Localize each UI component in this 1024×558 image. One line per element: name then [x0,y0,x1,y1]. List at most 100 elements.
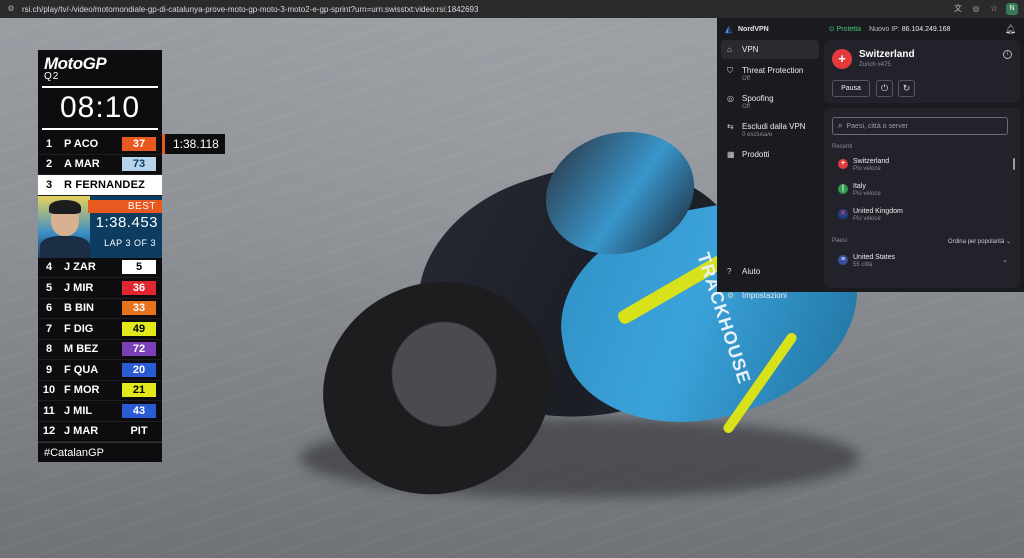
row-driver: J ZAR [64,261,96,274]
list-scrollbar[interactable] [1013,158,1015,170]
leaderboard-row: 9 F QUA 20 [38,360,162,381]
sidebar-item-help[interactable]: ? Aiuto [721,262,819,281]
info-icon[interactable]: i [1003,50,1012,59]
timing-leaderboard: MotoGP Q2 08:10 1P ACO 37 1:38.118 2 A MAR 73… [38,50,225,462]
server-name: United States [853,254,896,261]
translate-icon[interactable]: 文 [952,3,964,15]
eye-off-icon[interactable]: ◎ [970,3,982,15]
rider-number-badge: 43 [122,403,156,418]
sidebar-item-label: VPN [742,45,759,54]
reconnect-icon[interactable]: ↻ [898,80,915,97]
leaderboard-row-active: 3 R FERNANDEZ [38,175,162,196]
leaderboard-row: 10 F MOR 21 [38,381,162,401]
row-position: 6 [45,302,53,315]
current-connection-card: + Switzerland Zurich #475 i Pausa ⏻ ↻ [824,40,1020,103]
sidebar-item-escludi-dalla-vpn[interactable]: ⇆ Escludi dalla VPN 0 esclusa/e [721,117,819,143]
server-list-panel: ⌕ Paesi, città o server Recenti + Switzer… [824,108,1020,288]
row-driver: M BEZ [64,343,99,356]
server-subtitle: Più veloce [853,166,881,172]
vpn-status: ⊙ Protetta [828,26,862,33]
row-position: 4 [45,261,53,274]
vpn-sidebar: ⌂ VPN ⛉ Threat Protection Off ◎ Spoofing Off ⇆ Es… [721,40,819,300]
sidebar-item-sublabel: Off [742,104,750,110]
sidebar-item-sublabel: Off [742,76,750,82]
leaderboard-row: 4 J ZAR 5 [38,258,162,278]
server-name: Switzerland [853,158,890,165]
recent-section-label: Recenti [832,144,853,150]
rider-number-badge: 37 [122,136,156,151]
sort-label: Ordina per popolarità [947,239,1005,245]
country-flag-icon: ≡ [838,255,848,265]
leaderboard-row: 6 B BIN 33 [38,299,162,319]
home-icon: ⌂ [727,45,732,54]
row-driver: P ACO [64,137,99,150]
site-info-icon[interactable]: ⚙ [6,4,16,14]
sidebar-item-prodotti[interactable]: ▦ Prodotti [721,145,819,164]
sidebar-item-settings[interactable]: ⚙ Impostazioni [721,286,819,305]
bookmark-star-icon[interactable]: ☆ [988,3,1000,15]
server-name: Italy [853,183,866,190]
row-position: 9 [45,363,53,376]
sort-dropdown[interactable]: Ordina per popolarità ⌄ [948,238,1011,245]
server-subtitle: Più veloce [853,191,881,197]
rider-number-badge: 5 [122,260,156,275]
url-field[interactable]: rsi.ch/play/tv/-/video/motomondiale-gp-d… [22,5,946,14]
motogp-logo: MotoGP Q2 [38,50,162,84]
chevron-down-icon: ⌄ [1005,239,1011,245]
browser-address-bar: ⚙ rsi.ch/play/tv/-/video/motomondiale-gp… [0,0,1024,18]
rider-number-badge: 49 [122,321,156,336]
row-position: 3 [45,178,53,191]
sidebar-item-label: Prodotti [742,150,770,159]
server-list-item[interactable]: ≡ United States 55 città ⌄ [838,254,1008,268]
bell-icon[interactable]: 🔔︎ [1005,24,1016,35]
lap-time-popout: 1:38.118 [162,134,225,154]
lap-counter: LAP 3 OF 3 [104,237,156,248]
leaderboard-row: 2 A MAR 73 [38,155,162,175]
leaderboard-row: 1 P ACO 37 1:38.118 [38,134,225,155]
sidebar-item-sublabel: 0 esclusa/e [742,132,773,138]
leaderboard-row: 5 J MIR 36 [38,278,162,299]
best-lap-card: BEST 1:38.453 LAP 3 OF 3 [38,195,162,258]
row-position: 11 [43,404,55,417]
server-subtitle: Più veloce [853,216,881,222]
hashtag: #CatalanGP [38,442,162,462]
server-list-item[interactable]: ✕ United Kingdom Più veloce [838,208,1008,222]
gear-icon: ⚙ [727,291,735,300]
server-name: United Kingdom [853,208,903,215]
rider-number-badge: 36 [122,280,156,295]
pause-button[interactable]: Pausa [832,80,870,97]
portrait-hair [49,199,81,214]
sidebar-item-vpn[interactable]: ⌂ VPN [721,40,819,59]
row-driver: J MIL [64,404,93,417]
leaderboard-rows: 1 P ACO 37 1:38.118 2 A MAR 73 3 R FERNANDEZ B… [38,134,225,442]
sidebar-item-threat-protection[interactable]: ⛉ Threat Protection Off [721,61,819,87]
chevron-down-icon[interactable]: ⌄ [1002,256,1008,264]
server-search-input[interactable]: ⌕ Paesi, città o server [832,117,1008,135]
row-position: 2 [45,158,53,171]
leaderboard-row: 12 J MAR PIT [38,422,162,442]
leaderboard-row: 8 M BEZ 72 [38,340,162,360]
nordvpn-logo-icon: ◭ [725,24,732,34]
row-position: 8 [45,343,53,356]
sidebar-item-label: Aiuto [742,267,761,276]
server-subtitle: 55 città [853,262,873,268]
vpn-status-text: Protetta [836,26,862,33]
country-flag-icon: + [838,159,848,169]
server-list-item[interactable]: + Switzerland Più veloce [838,158,1008,172]
row-driver: J MAR [64,425,99,438]
rider-number-badge: 20 [122,362,156,377]
country-flag-icon: | [838,184,848,194]
disconnect-power-icon[interactable]: ⏻ [876,80,893,97]
server-list-item[interactable]: | Italy Più veloce [838,183,1008,197]
country-flag-icon: ✕ [838,209,848,219]
current-country: Switzerland [859,49,915,60]
row-driver: R FERNANDEZ [64,178,146,191]
row-position: 1 [45,137,53,150]
row-driver: F MOR [64,384,100,397]
help-icon: ? [727,267,732,276]
grid-icon: ▦ [727,150,735,159]
row-driver: J MIR [64,281,94,294]
shield-icon: ⛉ [727,66,733,75]
nordvpn-extension-icon[interactable]: N [1006,3,1018,15]
sidebar-item-spoofing[interactable]: ◎ Spoofing Off [721,89,819,115]
